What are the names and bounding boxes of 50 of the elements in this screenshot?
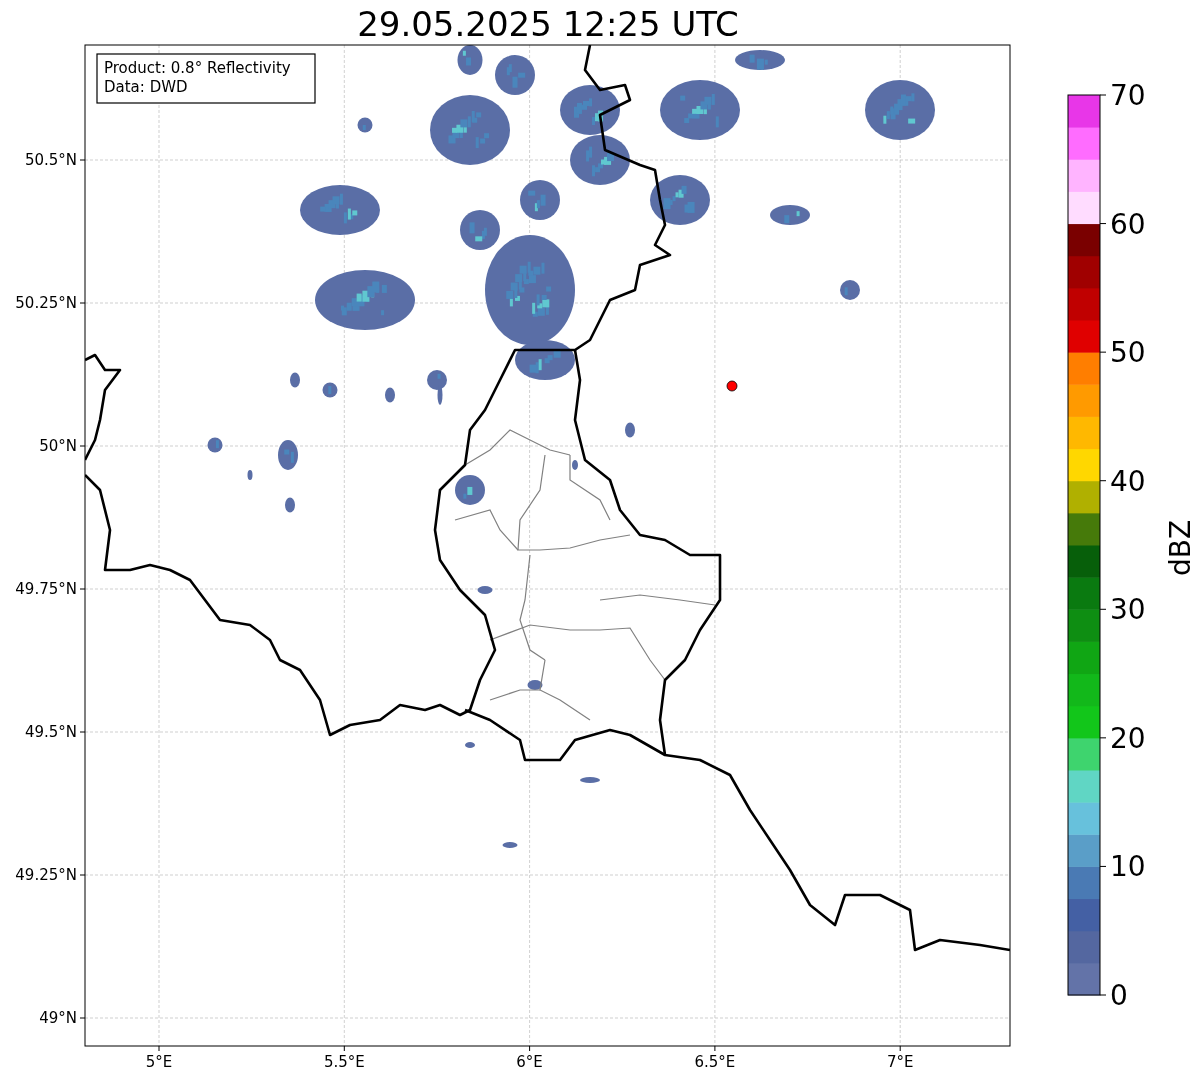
radar-echo [285,497,295,513]
radar-echo [357,117,373,133]
radar-echo [385,387,395,403]
longitude-label: 6°E [516,1053,543,1071]
radar-echo [290,372,300,388]
radar-echo [572,460,578,470]
longitude-label: 6.5°E [694,1053,736,1071]
colorbar-tick-label: 20 [1110,721,1146,755]
latitude-label: 50°N [39,437,77,455]
latitude-label: 49°N [39,1009,77,1027]
radar-echo [477,586,493,594]
colorbar-tick-label: 60 [1110,207,1146,241]
info-text: Data: DWD [104,78,188,96]
latitude-label: 50.5°N [24,151,77,169]
radar-echo [580,777,600,783]
radar-echo [625,422,635,438]
radar-echo [455,475,485,505]
radar-echo [457,45,483,75]
radar-echo [322,382,338,398]
radar-echo [865,80,935,140]
latitude-label: 49.75°N [15,580,77,598]
radar-echo [560,85,620,135]
longitude-label: 5.5°E [323,1053,365,1071]
station-marker [726,380,738,392]
latitude-label: 49.5°N [24,723,77,741]
latitude-label: 49.25°N [15,866,77,884]
radar-echo [207,437,223,453]
longitude-label: 5°E [145,1053,173,1071]
info-text: Product: 0.8° Reflectivity [104,59,291,77]
colorbar-tick-label: 10 [1110,850,1146,884]
colorbar-tick-label: 0 [1110,979,1128,1012]
radar-echo [520,180,560,220]
colorbar-tick-label: 40 [1110,464,1146,498]
colorbar-tick-label: 50 [1110,336,1146,370]
colorbar-label: dBZ [1164,519,1197,577]
radar-echo [502,842,518,848]
radar-echo [570,135,630,185]
radar-echo [247,470,253,480]
colorbar-tick-label: 30 [1110,593,1146,627]
radar-echo [770,205,810,225]
radar-echo [840,280,860,300]
radar-echo [465,742,475,748]
latitude-label: 50.25°N [15,294,77,312]
colorbar-tick-label: 70 [1110,79,1146,112]
longitude-label: 7°E [886,1053,914,1071]
map-title: 29.05.2025 12:25 UTC [357,4,739,44]
radar-echo [527,680,543,690]
radar-echo [278,440,298,470]
radar-echo [650,175,710,225]
radar-echo [735,50,785,70]
